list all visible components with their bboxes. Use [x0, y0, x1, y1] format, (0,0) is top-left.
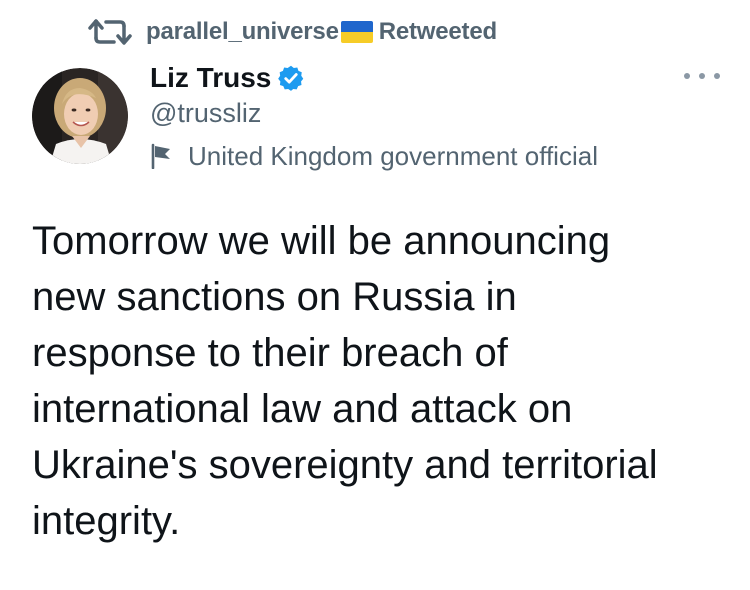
tweet-text-line: international law and attack on: [32, 387, 573, 431]
more-dot: [684, 73, 690, 79]
tweet-text: Tomorrow we will be announcing new sanct…: [32, 213, 722, 549]
avatar[interactable]: [32, 68, 128, 164]
author-name-row[interactable]: Liz Truss: [150, 56, 305, 100]
avatar-image: [32, 68, 128, 164]
tweet-text-line: new sanctions on Russia in: [32, 275, 517, 319]
government-label-text: United Kingdom government official: [188, 140, 598, 171]
ukraine-flag-icon: [340, 21, 373, 43]
more-dot: [714, 73, 720, 79]
retweeted-label: Retweeted: [378, 18, 497, 45]
more-options-icon[interactable]: [684, 66, 720, 86]
retweet-icon: [88, 19, 132, 45]
tweet-text-line: Tomorrow we will be announcing: [32, 219, 611, 263]
retweet-context: parallel_universe Retweeted: [88, 14, 497, 50]
government-label[interactable]: United Kingdom government official: [150, 138, 598, 174]
tweet-text-line: response to their breach of: [32, 331, 508, 375]
author-handle[interactable]: @trussliz: [150, 98, 261, 129]
more-dot: [699, 73, 705, 79]
flag-icon: [151, 143, 170, 169]
retweeter-username[interactable]: parallel_universe: [146, 18, 339, 46]
tweet-text-line: Ukraine's sovereignty and territorial: [32, 443, 658, 487]
tweet-text-line: integrity.: [32, 499, 181, 543]
author-display-name[interactable]: Liz Truss: [150, 62, 271, 94]
verified-badge-icon: [278, 65, 304, 91]
